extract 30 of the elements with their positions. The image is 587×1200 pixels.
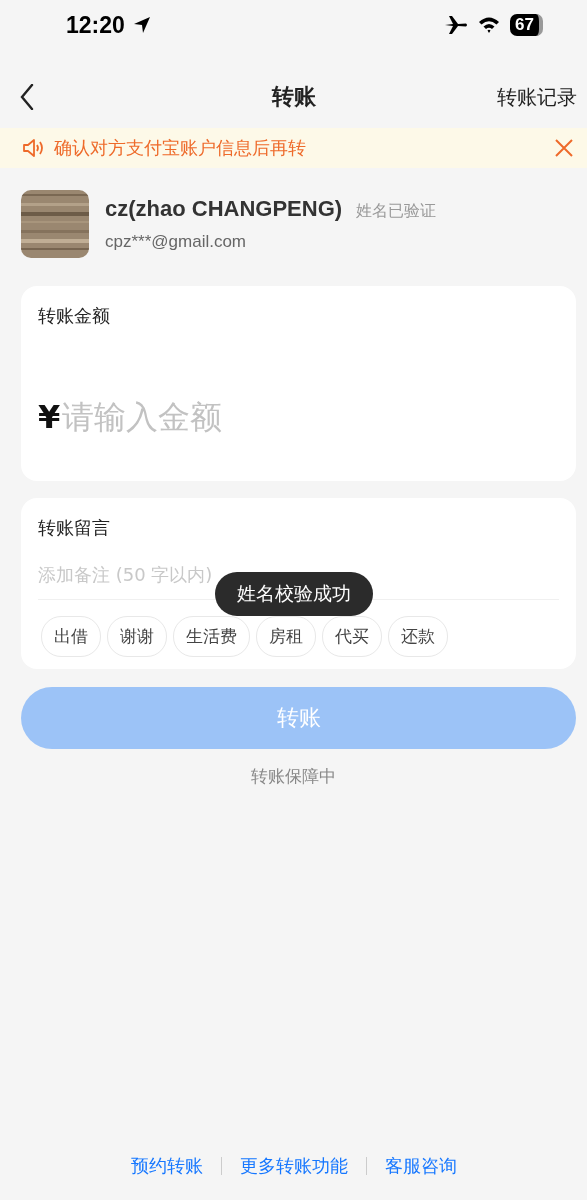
amount-label: 转账金额 — [38, 304, 111, 328]
footer-link[interactable]: 更多转账功能 — [239, 1154, 348, 1178]
quick-note-chip[interactable]: 还款 — [388, 616, 448, 657]
verified-label: 姓名已验证 — [356, 201, 437, 222]
location-arrow-icon — [132, 16, 151, 34]
clock-time: 12:20 — [66, 11, 125, 39]
quick-note-chip[interactable]: 房租 — [256, 616, 316, 657]
notice-text: 确认对方支付宝账户信息后再转 — [54, 136, 307, 160]
battery-level-text: 67 — [515, 15, 534, 35]
quick-note-chip[interactable]: 出借 — [41, 616, 101, 657]
quick-note-chip[interactable]: 代买 — [322, 616, 382, 657]
recipient-name: cz(zhao CHANGPENG) — [105, 196, 343, 222]
name-check-toast: 姓名校验成功 — [214, 572, 373, 616]
account-text: cpz***@gmail.com — [105, 232, 248, 252]
close-icon — [555, 139, 573, 157]
history-link[interactable]: 转账记录 — [497, 83, 577, 111]
amount-field[interactable]: 请输入金额 — [62, 398, 443, 436]
back-button[interactable] — [18, 82, 36, 112]
wifi-icon — [478, 16, 501, 34]
message-label: 转账留言 — [38, 516, 111, 540]
back-chevron-icon — [20, 84, 34, 110]
close-button[interactable] — [555, 139, 573, 157]
guarantee-text: 转账保障中 — [251, 765, 336, 788]
quick-note-chip[interactable]: 谢谢 — [107, 616, 167, 657]
quick-note-chip[interactable]: 生活费 — [173, 616, 250, 657]
footer-link[interactable]: 客服咨询 — [384, 1154, 457, 1178]
currency-symbol: ¥ — [38, 398, 61, 436]
page-title: 转账 — [271, 83, 316, 111]
footer-link[interactable]: 预约转账 — [130, 1154, 203, 1178]
speaker-icon — [22, 138, 46, 158]
